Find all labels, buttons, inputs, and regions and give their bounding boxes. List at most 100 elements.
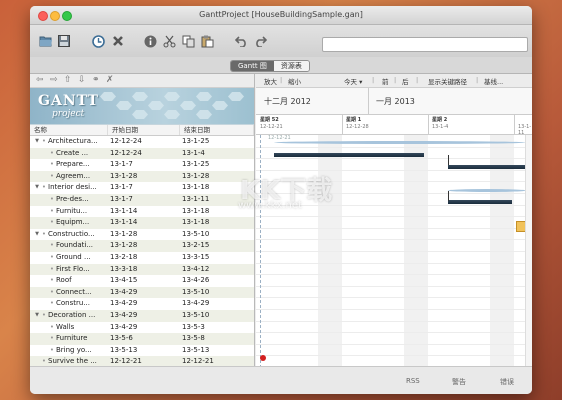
task-name-cell[interactable]: • Create ... bbox=[30, 148, 108, 160]
end-date-cell[interactable]: 13-1-18 bbox=[180, 217, 254, 229]
task-name-cell[interactable]: • Roof bbox=[30, 275, 108, 287]
start-date-cell[interactable]: 13-2-18 bbox=[108, 252, 180, 264]
start-date-cell[interactable]: 13-1-28 bbox=[108, 240, 180, 252]
tab-resources[interactable]: 资源表 bbox=[273, 61, 309, 71]
gantt-chart-area[interactable]: 12-12-21 bbox=[256, 135, 532, 368]
column-header-end[interactable]: 结束日期 bbox=[180, 125, 254, 135]
end-date-cell[interactable]: 13-5-8 bbox=[180, 333, 254, 345]
table-row[interactable]: • Agreem... 13-1-28 13-1-28 bbox=[30, 170, 254, 183]
start-date-cell[interactable]: 13-3-18 bbox=[108, 264, 180, 276]
task-bar-prepare[interactable] bbox=[448, 165, 526, 169]
info-icon[interactable] bbox=[142, 33, 158, 49]
end-date-cell[interactable]: 13-2-15 bbox=[180, 240, 254, 252]
arrow-left-icon[interactable]: ⇦ bbox=[36, 75, 44, 85]
task-name-cell[interactable]: • First Flo... bbox=[30, 264, 108, 276]
start-date-cell[interactable]: 13-4-29 bbox=[108, 310, 180, 322]
table-row[interactable]: • Foundati... 13-1-28 13-2-15 bbox=[30, 240, 254, 252]
gantt-scrollbar[interactable] bbox=[525, 135, 532, 368]
column-header-start[interactable]: 开始日期 bbox=[108, 125, 180, 135]
critical-path-button[interactable]: 显示关键路径 bbox=[428, 76, 467, 86]
paste-icon[interactable] bbox=[199, 33, 215, 49]
table-row[interactable]: • Create ... 12-12-24 13-1-4 bbox=[30, 147, 254, 160]
table-row[interactable]: • Connect... 13-4-29 13-5-10 bbox=[30, 286, 254, 299]
start-date-cell[interactable]: 13-4-29 bbox=[108, 298, 180, 310]
task-name-cell[interactable]: ▼ • Constructio... bbox=[30, 229, 108, 241]
next-button[interactable]: 后 bbox=[402, 76, 409, 86]
table-row[interactable]: • Equipm... 13-1-14 13-1-18 bbox=[30, 217, 254, 229]
zoom-out-button[interactable]: 缩小 bbox=[288, 76, 301, 86]
prev-button[interactable]: 前 bbox=[382, 76, 389, 86]
clock-icon[interactable] bbox=[90, 33, 106, 49]
table-row[interactable]: • Walls 13-4-29 13-5-3 bbox=[30, 322, 254, 334]
tab-gantt[interactable]: Gantt 图 bbox=[231, 61, 274, 71]
rss-link[interactable]: RSS bbox=[406, 377, 420, 385]
end-date-cell[interactable]: 13-4-26 bbox=[180, 275, 254, 287]
start-date-cell[interactable]: 13-1-28 bbox=[108, 171, 180, 183]
end-date-cell[interactable]: 13-1-25 bbox=[180, 159, 254, 171]
folder-open-icon[interactable] bbox=[38, 33, 54, 49]
end-date-cell[interactable]: 13-1-28 bbox=[180, 171, 254, 183]
start-date-cell[interactable]: 13-1-7 bbox=[108, 182, 180, 194]
task-name-cell[interactable]: ▼ • Architectura... bbox=[30, 136, 108, 148]
task-name-cell[interactable]: ▼ • Interior desi... bbox=[30, 182, 108, 194]
undo-icon[interactable] bbox=[233, 33, 249, 49]
end-date-cell[interactable]: 13-4-12 bbox=[180, 264, 254, 276]
task-bar-pre-design[interactable] bbox=[448, 200, 512, 204]
end-date-cell[interactable]: 13-5-13 bbox=[180, 345, 254, 357]
start-date-cell[interactable]: 13-5-6 bbox=[108, 333, 180, 345]
start-date-cell[interactable]: 12-12-24 bbox=[108, 136, 180, 148]
task-name-cell[interactable]: • Walls bbox=[30, 322, 108, 334]
unlink-icon[interactable]: ✗ bbox=[106, 75, 114, 85]
start-date-cell[interactable]: 13-4-29 bbox=[108, 322, 180, 334]
table-row[interactable]: • Furniture 13-5-6 13-5-8 bbox=[30, 333, 254, 345]
start-date-cell[interactable]: 13-4-29 bbox=[108, 287, 180, 299]
task-name-cell[interactable]: • Furniture bbox=[30, 333, 108, 345]
end-date-cell[interactable]: 13-1-11 bbox=[180, 194, 254, 206]
arrow-up-icon[interactable]: ⇧ bbox=[64, 75, 72, 85]
zoom-in-button[interactable]: 放大 bbox=[264, 76, 277, 86]
task-name-cell[interactable]: • Connect... bbox=[30, 287, 108, 299]
task-name-cell[interactable]: • Pre-des... bbox=[30, 194, 108, 206]
end-date-cell[interactable]: 13-5-3 bbox=[180, 322, 254, 334]
cut-icon[interactable] bbox=[161, 33, 177, 49]
milestone-marker[interactable] bbox=[260, 355, 266, 361]
errors-link[interactable]: 错误 bbox=[500, 377, 514, 387]
column-header-name[interactable]: 名称 bbox=[30, 125, 108, 135]
end-date-cell[interactable]: 13-1-18 bbox=[180, 182, 254, 194]
table-row[interactable]: ▼ • Decoration ... 13-4-29 13-5-10 bbox=[30, 309, 254, 322]
start-date-cell[interactable]: 13-1-28 bbox=[108, 229, 180, 241]
task-name-cell[interactable]: ▼ • Decoration ... bbox=[30, 310, 108, 322]
table-row[interactable]: • Pre-des... 13-1-7 13-1-11 bbox=[30, 193, 254, 206]
table-row[interactable]: ▼ • Interior desi... 13-1-7 13-1-18 bbox=[30, 182, 254, 194]
baseline-button[interactable]: 基线... bbox=[484, 76, 503, 86]
task-name-cell[interactable]: • Equipm... bbox=[30, 217, 108, 229]
task-name-cell[interactable]: • Foundati... bbox=[30, 240, 108, 252]
table-row[interactable]: • Constru... 13-4-29 13-4-29 bbox=[30, 298, 254, 310]
task-bar-architecture[interactable] bbox=[274, 141, 526, 144]
table-row[interactable]: • Bring yo... 13-5-13 13-5-13 bbox=[30, 345, 254, 357]
task-name-cell[interactable]: • Furnitu... bbox=[30, 206, 108, 218]
end-date-cell[interactable]: 13-3-15 bbox=[180, 252, 254, 264]
search-input[interactable] bbox=[322, 37, 528, 52]
end-date-cell[interactable]: 13-5-10 bbox=[180, 287, 254, 299]
save-icon[interactable] bbox=[56, 33, 72, 49]
end-date-cell[interactable]: 13-1-18 bbox=[180, 206, 254, 218]
start-date-cell[interactable]: 13-5-13 bbox=[108, 345, 180, 357]
arrow-right-icon[interactable]: ⇨ bbox=[50, 75, 58, 85]
delete-icon[interactable] bbox=[110, 33, 126, 49]
end-date-cell[interactable]: 13-5-10 bbox=[180, 229, 254, 241]
task-bar-interior-design[interactable] bbox=[448, 189, 526, 192]
task-name-cell[interactable]: • Agreem... bbox=[30, 171, 108, 183]
start-date-cell[interactable]: 13-1-7 bbox=[108, 159, 180, 171]
end-date-cell[interactable]: 13-4-29 bbox=[180, 298, 254, 310]
table-row[interactable]: ▼ • Constructio... 13-1-28 13-5-10 bbox=[30, 229, 254, 241]
task-name-cell[interactable]: • Ground ... bbox=[30, 252, 108, 264]
start-date-cell[interactable]: 13-4-15 bbox=[108, 275, 180, 287]
start-date-cell[interactable]: 13-1-14 bbox=[108, 217, 180, 229]
start-date-cell[interactable]: 13-1-14 bbox=[108, 206, 180, 218]
table-row[interactable]: • First Flo... 13-3-18 13-4-12 bbox=[30, 263, 254, 276]
table-row[interactable]: • Prepare... 13-1-7 13-1-25 bbox=[30, 159, 254, 171]
end-date-cell[interactable]: 13-1-4 bbox=[180, 148, 254, 160]
table-row[interactable]: • Furnitu... 13-1-14 13-1-18 bbox=[30, 206, 254, 218]
table-row[interactable]: • Roof 13-4-15 13-4-26 bbox=[30, 275, 254, 287]
